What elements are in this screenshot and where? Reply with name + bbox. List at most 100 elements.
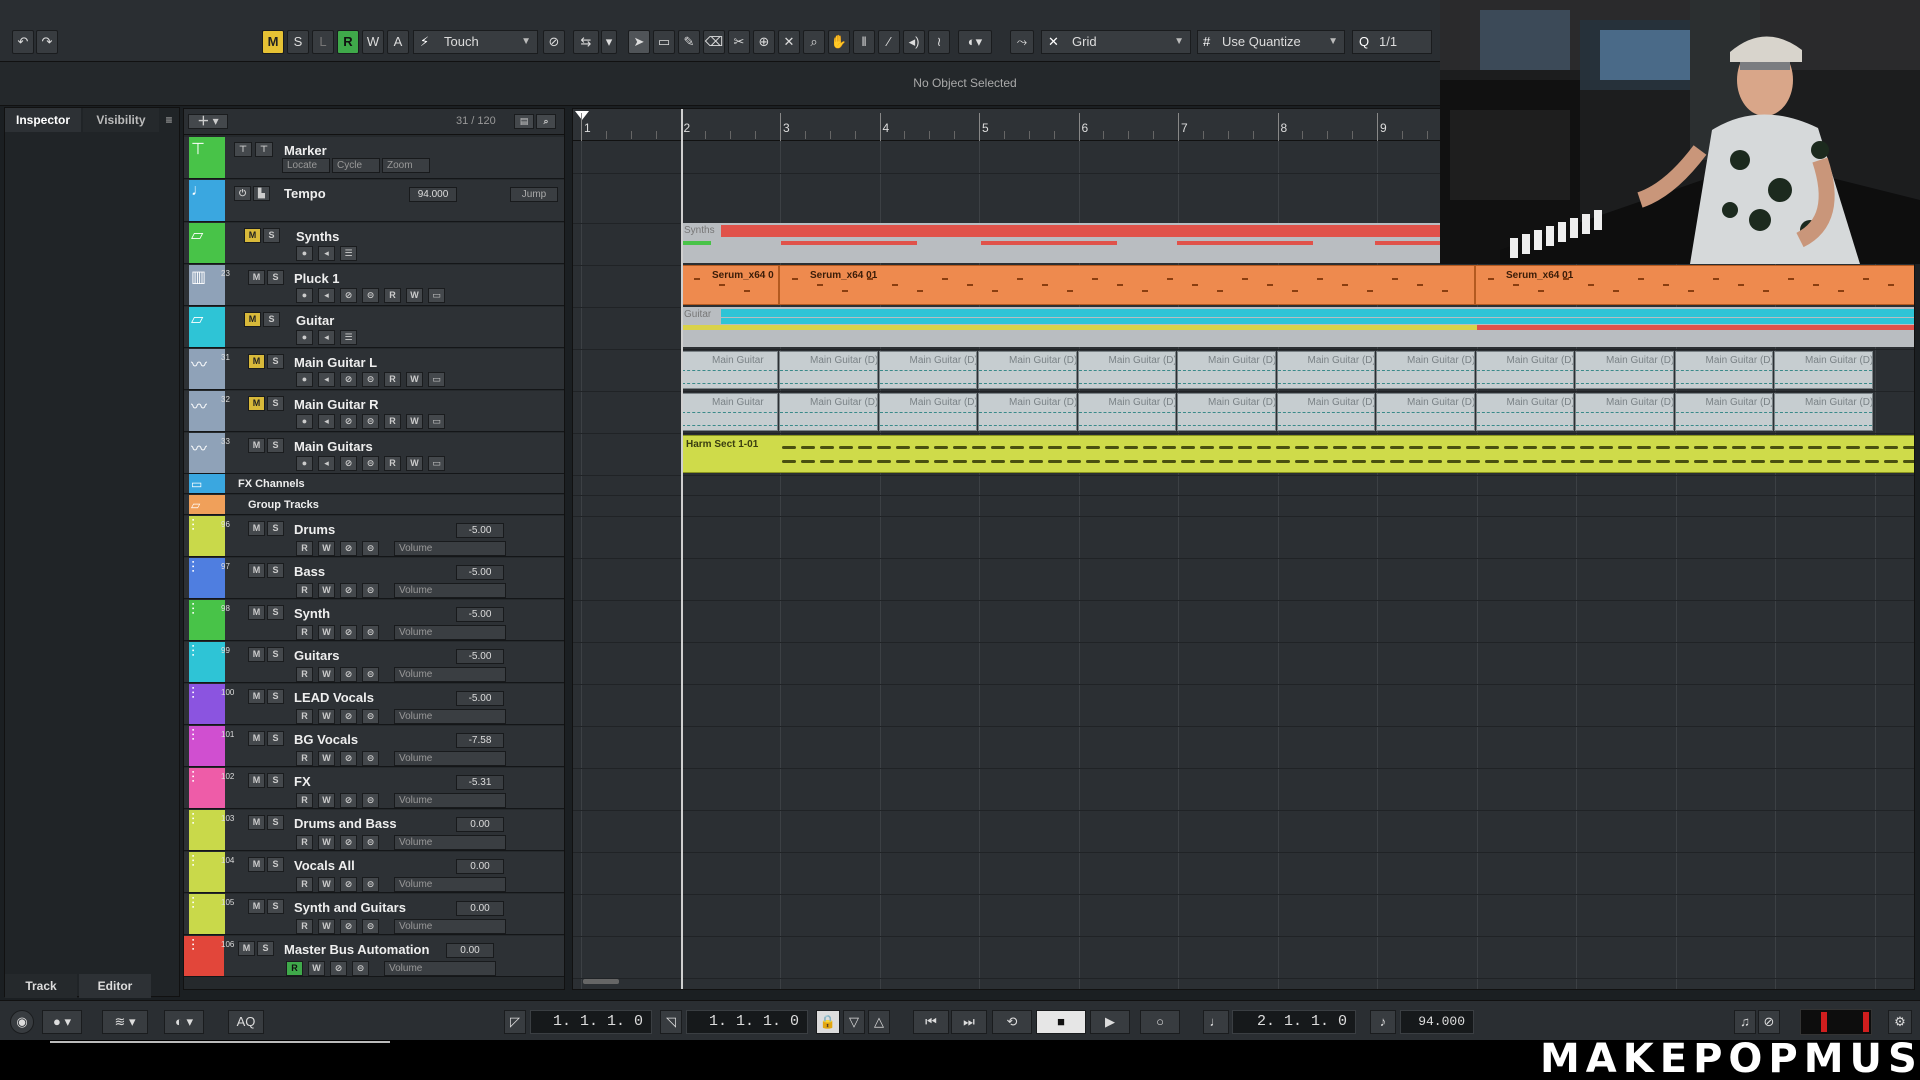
track-control-icon[interactable]: R <box>296 751 313 766</box>
mute-button[interactable]: M <box>248 731 265 746</box>
track-control-icon[interactable]: ◂ <box>318 288 335 303</box>
punch-mode-icon[interactable]: ● ▾ <box>42 1010 82 1034</box>
group-track-row[interactable]: ⫶ 98 M S Synth -5.00 R W ⊘ ⊝ Volume <box>184 600 564 641</box>
track-control-icon[interactable]: ⊘ <box>340 793 357 808</box>
track-control-icon[interactable]: R <box>384 372 401 387</box>
group-track-row[interactable]: ⫶ 102 M S FX -5.31 R W ⊘ ⊝ Volume <box>184 768 564 809</box>
track-row[interactable]: ▱ M S Synths ● ◂ ☰ <box>184 223 564 264</box>
group-track-row[interactable]: ⫶ 104 M S Vocals All 0.00 R W ⊘ ⊝ Volume <box>184 852 564 893</box>
audio-event-main-guitar[interactable]: Main Guitar (D)_0 <box>1177 393 1276 431</box>
track-control-icon[interactable]: ⊘ <box>340 372 357 387</box>
mute-tool-icon[interactable]: ✕ <box>778 30 800 54</box>
gear-icon[interactable]: ⚙ <box>1888 1010 1912 1034</box>
mute-button[interactable]: M <box>248 773 265 788</box>
listen-mode-button[interactable]: L <box>312 30 334 54</box>
automation-parameter-select[interactable]: Volume <box>394 541 506 556</box>
track-control-icon[interactable]: R <box>296 667 313 682</box>
group-track-row[interactable]: ⫶ 99 M S Guitars -5.00 R W ⊘ ⊝ Volume <box>184 642 564 683</box>
select-tool-icon[interactable]: ➤ <box>628 30 650 54</box>
audio-event-main-guitar[interactable]: Main Guitar (D)_0 <box>1376 351 1475 389</box>
marker-track[interactable]: ⊤ ⊤ ⊤ Marker Locate Cycle Zoom <box>184 137 564 179</box>
tempo-field[interactable]: 94.000 <box>1400 1010 1474 1034</box>
automation-parameter-select[interactable]: Volume <box>394 709 506 724</box>
tab-track[interactable]: Track <box>5 974 77 998</box>
click-icon[interactable]: ♫ <box>1734 1010 1756 1034</box>
volume-value[interactable]: -7.58 <box>456 733 504 748</box>
audio-event-main-guitar[interactable]: Main Guitar (D)_1 <box>1276 351 1375 389</box>
track-control-icon[interactable]: W <box>318 625 335 640</box>
automation-parameter-select[interactable]: Volume <box>394 751 506 766</box>
left-locator-icon[interactable]: ◸ <box>504 1010 526 1034</box>
track-control-icon[interactable]: W <box>318 919 335 934</box>
track-control-icon[interactable]: ⊝ <box>362 541 379 556</box>
solo-button[interactable]: S <box>267 396 284 411</box>
zoom-tool-icon[interactable]: ⌕ <box>803 30 825 54</box>
audio-event-main-guitar[interactable]: Main Guitar (D)_0 <box>1475 393 1574 431</box>
track-control-icon[interactable]: ⊝ <box>362 709 379 724</box>
quantize-preset-select[interactable]: Q 1/1 <box>1352 30 1432 54</box>
cycle-button[interactable]: ⟲ <box>992 1010 1032 1034</box>
folder-fx-channels[interactable]: ▭ FX Channels <box>184 474 564 494</box>
audio-mode-icon[interactable]: ≋ ▾ <box>102 1010 148 1034</box>
folder-event-guitar[interactable]: Guitar <box>681 307 1914 347</box>
solo-button[interactable]: S <box>263 228 280 243</box>
track-control-icon[interactable]: ● <box>296 372 313 387</box>
track-control-icon[interactable]: ▭ <box>428 372 445 387</box>
right-locator-field[interactable]: 1. 1. 1. 0 <box>686 1010 808 1034</box>
track-control-icon[interactable]: ⊝ <box>362 667 379 682</box>
left-locator-field[interactable]: 1. 1. 1. 0 <box>530 1010 652 1034</box>
mute-button[interactable]: M <box>248 689 265 704</box>
tempo-toggle-icon[interactable]: ⏻ <box>234 186 251 201</box>
track-control-icon[interactable]: W <box>318 667 335 682</box>
track-row[interactable]: 〰 32 M S Main Guitar R ● ◂ ⊘ ⊝ R W ▭ <box>184 391 564 432</box>
locate-button[interactable]: Locate <box>282 158 330 174</box>
play-button[interactable]: ▶ <box>1090 1010 1130 1034</box>
track-control-icon[interactable]: ⊘ <box>340 625 357 640</box>
audio-event-main-guitar[interactable]: Main Guitar <box>681 351 778 389</box>
automation-parameter-select[interactable]: Volume <box>394 625 506 640</box>
solo-button[interactable]: S <box>267 815 284 830</box>
sync-icon[interactable]: ⊘ <box>1758 1010 1780 1034</box>
track-row[interactable]: ▱ M S Guitar ● ◂ ☰ <box>184 307 564 348</box>
track-control-icon[interactable]: ● <box>296 246 313 261</box>
automation-parameter-select[interactable]: Volume <box>394 877 506 892</box>
group-track-row[interactable]: ⫶ 105 M S Synth and Guitars 0.00 R W ⊘ ⊝ Volume <box>184 894 564 935</box>
punch-out-icon[interactable]: △ <box>868 1010 890 1034</box>
solo-button[interactable]: S <box>267 773 284 788</box>
track-row[interactable]: 〰 33 M S Main Guitars ● ◂ ⊘ ⊝ R W ▭ <box>184 433 564 474</box>
midi-event-serum[interactable]: Serum_x64 01 <box>1475 265 1914 305</box>
inspector-menu-icon[interactable]: ≡ <box>159 108 179 132</box>
mute-mode-button[interactable]: M <box>262 30 284 54</box>
track-control-icon[interactable]: ⊘ <box>340 667 357 682</box>
automation-all-button[interactable]: A <box>387 30 409 54</box>
audio-event-main-guitar[interactable]: Main Guitar (D)_0 <box>878 351 977 389</box>
automation-mode-select[interactable]: ⚡ Touch ▼ <box>413 30 538 54</box>
record-button[interactable]: ○ <box>1140 1010 1180 1034</box>
mute-button[interactable]: M <box>238 941 255 956</box>
track-control-icon[interactable]: R <box>384 456 401 471</box>
marker-lock-icon[interactable]: ⊤ <box>255 142 273 157</box>
solo-button[interactable]: S <box>267 605 284 620</box>
tempo-track-icon[interactable]: ♪ <box>1370 1010 1396 1034</box>
erase-tool-icon[interactable]: ⌫ <box>703 30 725 54</box>
midi-event-serum[interactable]: Serum_x64 01 <box>779 265 1475 305</box>
audio-event-main-guitar[interactable]: Main Guitar (D)_0 <box>1674 393 1773 431</box>
track-control-icon[interactable]: ⊘ <box>340 456 357 471</box>
automation-parameter-select[interactable]: Volume <box>394 919 506 934</box>
mute-button[interactable]: M <box>248 563 265 578</box>
audio-event-main-guitar[interactable]: Main Guitar (D)_0 <box>1177 351 1276 389</box>
tab-editor[interactable]: Editor <box>79 974 151 998</box>
mute-button[interactable]: M <box>248 899 265 914</box>
automation-parameter-select[interactable]: Volume <box>384 961 496 976</box>
track-control-icon[interactable]: ⊝ <box>362 751 379 766</box>
track-control-icon[interactable]: R <box>296 583 313 598</box>
cycle-record-mode-icon[interactable]: ◐ ▾ <box>164 1010 204 1034</box>
mute-button[interactable]: M <box>248 521 265 536</box>
track-control-icon[interactable]: ⊘ <box>330 961 347 976</box>
track-control-icon[interactable]: ⊝ <box>362 877 379 892</box>
track-control-icon[interactable]: ⊝ <box>362 583 379 598</box>
audio-event-main-guitar[interactable]: Main Guitar (D)_0 <box>1674 351 1773 389</box>
tempo-edit-icon[interactable]: ▙ <box>253 186 270 201</box>
mute-button[interactable]: M <box>248 396 265 411</box>
track-control-icon[interactable]: ⊘ <box>340 835 357 850</box>
